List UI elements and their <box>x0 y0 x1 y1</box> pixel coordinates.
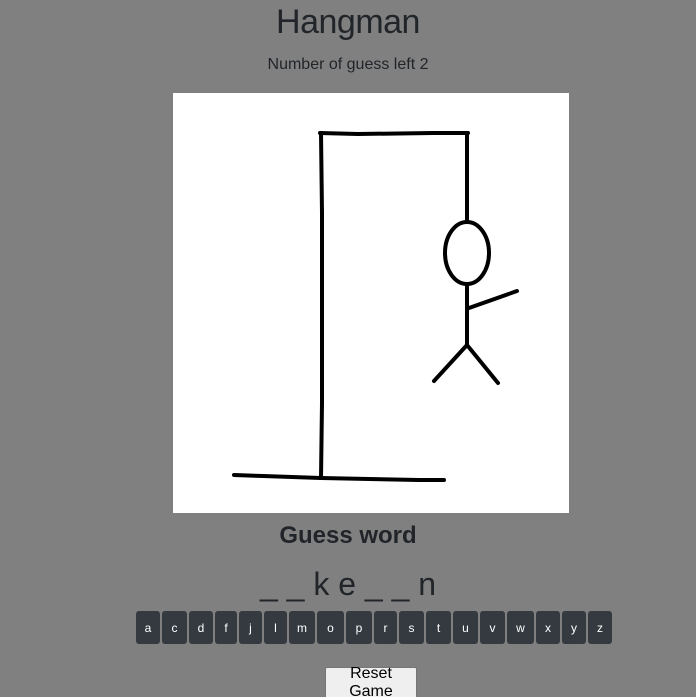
letter-button-s[interactable]: s <box>399 611 424 644</box>
hangman-right-arm <box>467 289 519 310</box>
letter-button-d[interactable]: d <box>189 611 213 644</box>
letter-button-m[interactable]: m <box>289 611 315 644</box>
letter-button-o[interactable]: o <box>317 611 344 644</box>
gallows-base <box>232 473 446 482</box>
hangman-head <box>443 220 491 286</box>
letter-button-y[interactable]: y <box>562 611 586 644</box>
hangman-svg <box>232 131 519 482</box>
hangman-right-leg <box>465 343 500 385</box>
letter-button-a[interactable]: a <box>136 611 160 644</box>
letter-button-t[interactable]: t <box>426 611 451 644</box>
letter-button-w[interactable]: w <box>507 611 534 644</box>
reset-game-button[interactable]: Reset Game <box>325 665 417 697</box>
letter-button-f[interactable]: f <box>215 611 237 644</box>
masked-word: _ _ k e _ _ n <box>259 566 437 602</box>
letter-button-j[interactable]: j <box>239 611 262 644</box>
page-title: Hangman <box>276 3 420 41</box>
letter-button-c[interactable]: c <box>162 611 187 644</box>
gallows-pole <box>319 131 324 480</box>
letter-button-x[interactable]: x <box>536 611 560 644</box>
hangman-page: Hangman Number of guess left 2 Guess wor… <box>0 0 696 697</box>
letter-button-v[interactable]: v <box>480 611 505 644</box>
hangman-left-leg <box>432 343 469 383</box>
letter-button-r[interactable]: r <box>374 611 397 644</box>
hangman-drawing <box>173 93 569 513</box>
letter-button-u[interactable]: u <box>453 611 478 644</box>
guess-word-heading: Guess word <box>279 522 417 549</box>
gallows-beam <box>318 131 470 137</box>
letter-button-p[interactable]: p <box>346 611 372 644</box>
guesses-left-text: Number of guess left 2 <box>267 56 429 73</box>
letter-buttons: acdfjlmoprstuvwxyz <box>136 611 612 644</box>
letter-button-l[interactable]: l <box>264 611 287 644</box>
letter-button-z[interactable]: z <box>588 611 612 644</box>
